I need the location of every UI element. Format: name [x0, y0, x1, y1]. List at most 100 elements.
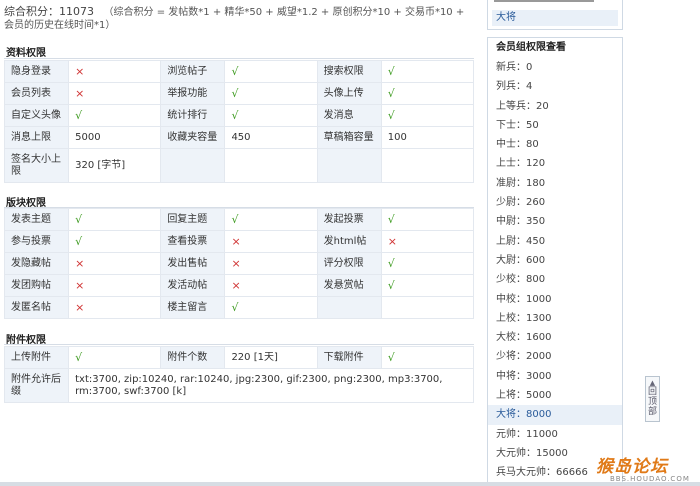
group-list-item[interactable]: 上士：120 [488, 154, 622, 173]
forum-permissions-table: 发表主题 √ 回复主题 √ 发起投票 √ 参与投票 √ 查看投票 × 发html帖 × 发隐藏帖 × 发出售… [3, 208, 475, 319]
permission-name: 发起投票 [316, 208, 382, 231]
group-list-item[interactable]: 下士：50 [488, 116, 622, 135]
bottom-scrollbar[interactable] [0, 482, 700, 486]
back-to-top-button[interactable]: ▲ 回顶部 [645, 376, 660, 422]
permission-name: 签名大小上限 [3, 148, 70, 183]
section-title-profile: 资料权限 [6, 48, 46, 59]
group-list-item[interactable]: 大校：1600 [488, 328, 622, 347]
permission-value: 220 [1天] [224, 346, 318, 369]
table-row: 发匿名帖 × 楼主留言 √ [3, 296, 475, 319]
group-list-item[interactable]: 元帅：11000 [488, 425, 622, 444]
divider [4, 344, 474, 345]
back-to-top-label: 回顶部 [647, 387, 657, 417]
score-summary: 综合积分：11073 （综合积分 = 发帖数*1 + 精华*50 + 威望*1.… [4, 5, 474, 32]
table-row: 发表主题 √ 回复主题 √ 发起投票 √ [3, 208, 475, 231]
permission-name: 草稿箱容量 [316, 126, 382, 149]
group-list-item[interactable]: 上校：1300 [488, 309, 622, 328]
permission-name: 发团购帖 [3, 274, 70, 297]
permission-value [380, 148, 475, 183]
permission-value [380, 296, 475, 319]
permission-name: 头像上传 [316, 82, 382, 105]
permission-name: 搜索权限 [316, 60, 382, 83]
check-icon: √ [224, 296, 318, 319]
group-list-item[interactable]: 中尉：350 [488, 212, 622, 231]
group-list-panel: 会员组权限查看 新兵：0 列兵：4 上等兵：20 下士：50 中士：80 上士：120 准尉… [487, 37, 623, 486]
current-group-box: 大将 [487, 0, 623, 30]
permission-value [224, 148, 318, 183]
group-list-item[interactable]: 列兵：4 [488, 77, 622, 96]
check-icon: √ [68, 230, 162, 253]
group-list-item[interactable]: 大尉：600 [488, 251, 622, 270]
permission-name: 查看投票 [160, 230, 226, 253]
permission-name: 发悬赏帖 [316, 274, 382, 297]
cross-icon: × [68, 60, 162, 83]
check-icon: √ [380, 60, 475, 83]
permission-name: 收藏夹容量 [160, 126, 226, 149]
group-list-title: 会员组权限查看 [496, 42, 566, 53]
table-row: 消息上限 5000 收藏夹容量 450 草稿箱容量 100 [3, 126, 475, 149]
group-list-item[interactable]: 上尉：450 [488, 232, 622, 251]
cross-icon: × [224, 252, 318, 275]
permission-name: 楼主留言 [160, 296, 226, 319]
permission-value: 320 [字节] [68, 148, 162, 183]
group-list-item[interactable]: 大将：8000 [488, 405, 622, 425]
table-row: 签名大小上限 320 [字节] [3, 148, 475, 183]
group-list-item[interactable]: 准尉：180 [488, 174, 622, 193]
group-list-item[interactable]: 少校：800 [488, 270, 622, 289]
permission-name: 上传附件 [3, 346, 70, 369]
permission-name: 消息上限 [3, 126, 70, 149]
permission-value: 100 [380, 126, 475, 149]
permission-name: 发表主题 [3, 208, 70, 231]
group-list-item[interactable]: 少尉：260 [488, 193, 622, 212]
permission-name: 发html帖 [316, 230, 382, 253]
group-list-item[interactable]: 上将：5000 [488, 386, 622, 405]
check-icon: √ [224, 82, 318, 105]
group-list-item[interactable]: 少将：2000 [488, 347, 622, 366]
permissions-panel: 综合积分：11073 （综合积分 = 发帖数*1 + 精华*50 + 威望*1.… [0, 0, 476, 486]
clipped-text [494, 0, 594, 2]
score-label: 综合积分： [4, 5, 59, 18]
group-list-item[interactable]: 上等兵：20 [488, 97, 622, 116]
table-row: 附件允许后缀 txt:3700, zip:10240, rar:10240, j… [3, 368, 474, 403]
group-list-item[interactable]: 新兵：0 [488, 58, 622, 77]
group-list-item[interactable]: 中将：3000 [488, 367, 622, 386]
check-icon: √ [68, 346, 162, 369]
score-value: 11073 [59, 5, 94, 18]
permission-name: 发隐藏帖 [3, 252, 70, 275]
forum-logo-watermark: 猴岛论坛 BBS.HOUDAO.COM [596, 452, 696, 483]
permission-name: 隐身登录 [3, 60, 70, 83]
permission-name [160, 148, 226, 183]
table-row: 发隐藏帖 × 发出售帖 × 评分权限 √ [3, 252, 475, 275]
group-list-item[interactable]: 中校：1000 [488, 290, 622, 309]
permission-name: 附件个数 [160, 346, 226, 369]
check-icon: √ [380, 346, 475, 369]
permission-value: 450 [224, 126, 318, 149]
table-row: 发团购帖 × 发活动帖 × 发悬赏帖 √ [3, 274, 475, 297]
permission-name: 举报功能 [160, 82, 226, 105]
permission-name: 参与投票 [3, 230, 70, 253]
check-icon: √ [380, 252, 475, 275]
check-icon: √ [224, 208, 318, 231]
logo-text: 猴岛论坛 [596, 457, 668, 477]
check-icon: √ [224, 104, 318, 127]
permission-name: 发活动帖 [160, 274, 226, 297]
permission-name: 统计排行 [160, 104, 226, 127]
check-icon: √ [224, 60, 318, 83]
table-row: 上传附件 √ 附件个数 220 [1天] 下载附件 √ [3, 346, 475, 369]
permission-name: 回复主题 [160, 208, 226, 231]
check-icon: √ [380, 208, 475, 231]
group-list: 新兵：0 列兵：4 上等兵：20 下士：50 中士：80 上士：120 准尉：180 少尉：2… [488, 58, 622, 483]
current-group: 大将 [492, 10, 618, 26]
attachment-types-value: txt:3700, zip:10240, rar:10240, jpg:2300… [68, 368, 474, 403]
check-icon: √ [68, 104, 162, 127]
permission-name: 下载附件 [316, 346, 382, 369]
check-icon: √ [380, 104, 475, 127]
permission-name: 会员列表 [3, 82, 70, 105]
cross-icon: × [224, 230, 318, 253]
permission-name [316, 296, 382, 319]
table-row: 隐身登录 × 浏览帖子 √ 搜索权限 √ [3, 60, 475, 83]
permission-name: 浏览帖子 [160, 60, 226, 83]
table-row: 参与投票 √ 查看投票 × 发html帖 × [3, 230, 475, 253]
group-list-item[interactable]: 中士：80 [488, 135, 622, 154]
check-icon: √ [68, 208, 162, 231]
